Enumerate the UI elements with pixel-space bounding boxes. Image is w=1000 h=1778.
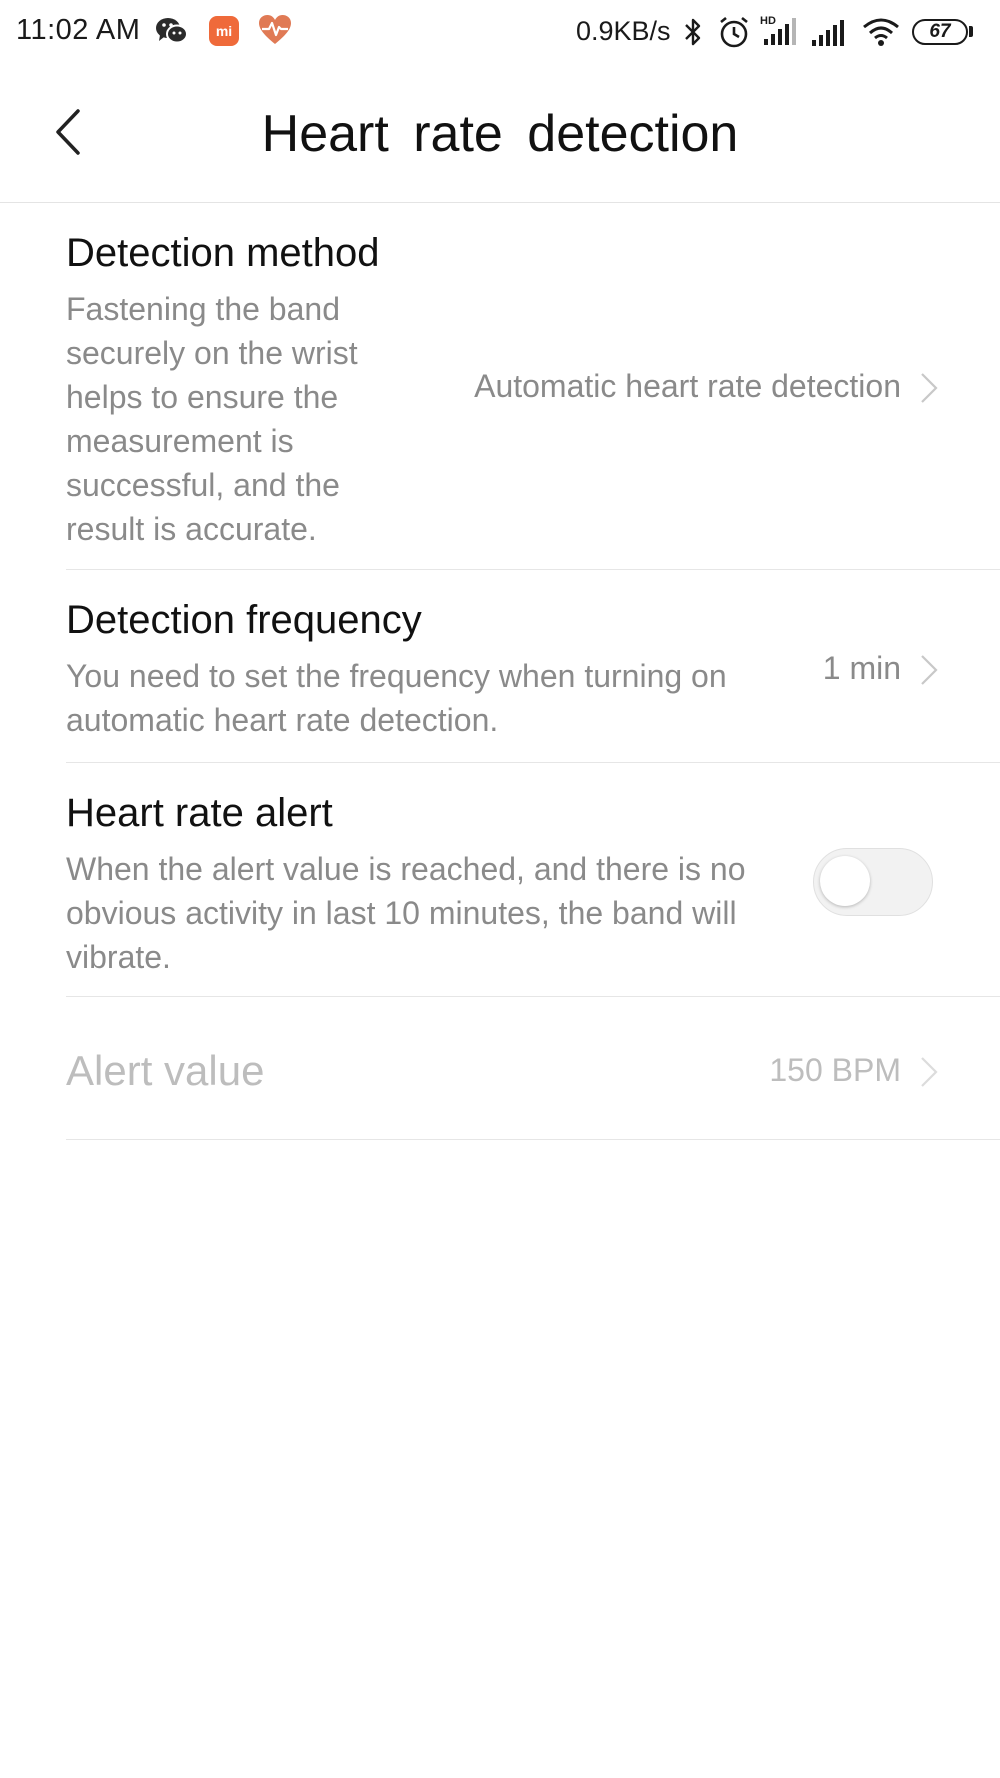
alert-value-row[interactable]: Alert value 150 BPM — [66, 997, 1000, 1140]
battery-indicator: 67 — [912, 19, 968, 45]
detection-frequency-title: Detection frequency — [66, 598, 422, 642]
chevron-right-icon — [921, 655, 938, 685]
app-header: Heart rate detection — [0, 66, 1000, 203]
alert-value-value: 150 BPM — [769, 1052, 901, 1088]
health-icon — [258, 14, 292, 51]
status-time: 11:02 AM — [16, 14, 141, 46]
svg-text:HD: HD — [760, 15, 776, 27]
detection-frequency-value: 1 min — [822, 650, 901, 686]
wifi-icon — [862, 17, 900, 52]
network-speed: 0.9KB/s — [576, 16, 671, 46]
alert-value-title: Alert value — [66, 1047, 265, 1094]
toggle-knob — [820, 856, 870, 906]
bluetooth-icon — [683, 16, 703, 53]
heart-rate-alert-row: Heart rate alert When the alert value is… — [66, 763, 1000, 997]
detection-method-row[interactable]: Detection method Fastening the band secu… — [66, 203, 1000, 570]
detection-method-description: Fastening the band securely on the wrist… — [66, 291, 358, 547]
screen: 11:02 AM mi 0.9KB/s HD 67 Heart rate det… — [0, 0, 1000, 1778]
signal-icon — [810, 18, 850, 53]
heart-rate-alert-description: When the alert value is reached, and the… — [66, 851, 746, 975]
heart-rate-alert-title: Heart rate alert — [66, 791, 333, 835]
detection-frequency-description: You need to set the frequency when turni… — [66, 658, 727, 738]
page-title: Heart rate detection — [261, 105, 739, 163]
detection-frequency-row[interactable]: Detection frequency You need to set the … — [66, 570, 1000, 763]
heart-rate-alert-toggle[interactable] — [813, 848, 933, 916]
detection-method-title: Detection method — [66, 231, 380, 275]
status-bar: 11:02 AM mi 0.9KB/s HD 67 — [0, 0, 1000, 66]
wechat-icon — [155, 16, 189, 51]
alarm-icon — [717, 15, 751, 54]
detection-method-value: Automatic heart rate detection — [474, 368, 901, 404]
chevron-right-icon — [921, 1057, 938, 1087]
chevron-right-icon — [921, 373, 938, 403]
hd-signal-icon: HD — [760, 13, 802, 54]
mi-icon: mi — [209, 16, 239, 46]
battery-nub — [969, 26, 973, 37]
